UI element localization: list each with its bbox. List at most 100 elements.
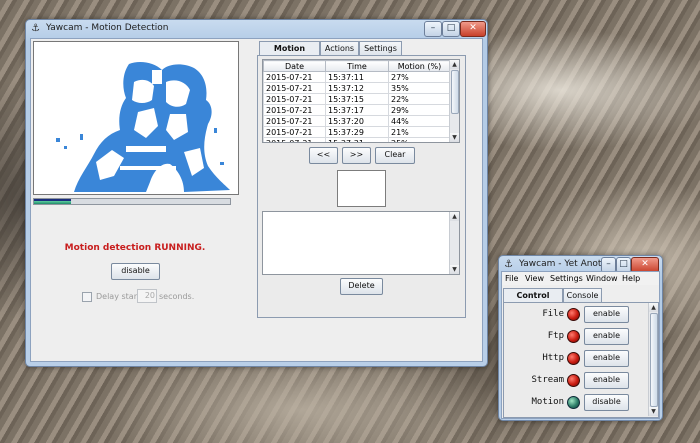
event-time-cell: 15:37:31 bbox=[325, 137, 389, 142]
ftp-toggle-button[interactable]: enable bbox=[584, 328, 629, 345]
tab-console[interactable]: Console bbox=[563, 288, 602, 302]
minimize-icon: – bbox=[430, 23, 436, 33]
event-time-cell: 15:37:15 bbox=[325, 93, 389, 105]
details-scroll-up-arrow[interactable]: ▲ bbox=[450, 212, 459, 221]
motion-status-text: Motion detection RUNNING. bbox=[64, 243, 206, 253]
delay-seconds-field[interactable]: 20 bbox=[137, 289, 157, 303]
delay-seconds-value: 20 bbox=[144, 291, 155, 300]
http-toggle-button[interactable]: enable bbox=[584, 350, 629, 367]
menu-file[interactable]: File bbox=[505, 274, 518, 283]
event-motion-cell: 22% bbox=[388, 93, 451, 105]
column-header-time[interactable]: Time bbox=[325, 60, 389, 72]
event-motion-cell: 44% bbox=[388, 115, 451, 127]
scroll-up-arrow[interactable]: ▲ bbox=[450, 60, 459, 69]
cp-scroll-thumb[interactable] bbox=[650, 313, 658, 407]
cp-label-http: Http bbox=[542, 353, 564, 363]
cp-label-stream: Stream bbox=[531, 375, 564, 385]
motion-image bbox=[56, 62, 230, 192]
stream-toggle-button[interactable]: enable bbox=[584, 372, 629, 389]
events-table-header: Date Time Motion (%) bbox=[263, 60, 451, 72]
event-time-cell: 15:37:17 bbox=[325, 104, 389, 116]
previous-button[interactable]: << bbox=[309, 147, 338, 164]
events-scrollbar[interactable]: ▲ ▼ bbox=[449, 60, 459, 142]
main-tab-strip: Control panel Console bbox=[503, 288, 658, 313]
maximize-icon: □ bbox=[446, 23, 456, 33]
event-time-cell: 15:37:11 bbox=[325, 71, 389, 83]
motion-activity-bar bbox=[33, 198, 231, 205]
tab-settings-label: Settings bbox=[364, 44, 397, 53]
events-tab-content: Date Time Motion (%) 2015-07-21 15:37:11 2… bbox=[257, 55, 466, 318]
status-led-ftp bbox=[567, 330, 580, 343]
tab-settings[interactable]: Settings bbox=[359, 41, 402, 55]
menu-help[interactable]: Help bbox=[622, 274, 640, 283]
column-header-motion[interactable]: Motion (%) bbox=[388, 60, 451, 72]
delay-seconds-unit: seconds. bbox=[159, 292, 195, 301]
delete-button[interactable]: Delete bbox=[340, 278, 383, 295]
event-date-cell: 2015-07-21 bbox=[263, 82, 326, 94]
event-date-cell: 2015-07-21 bbox=[263, 104, 326, 116]
tab-motion-events[interactable]: Motion Events bbox=[259, 41, 320, 66]
event-row[interactable]: 2015-07-21 15:37:20 44% bbox=[263, 115, 451, 127]
delay-start-label: Delay start bbox=[96, 292, 141, 301]
event-row[interactable]: 2015-07-21 15:37:12 35% bbox=[263, 82, 451, 94]
motion-window-titlebar[interactable]: ⚓ Yawcam - Motion Detection – □ ✕ bbox=[26, 20, 487, 38]
motion-window-title: Yawcam - Motion Detection bbox=[46, 23, 169, 33]
control-panel-scrollbar[interactable]: ▲ ▼ bbox=[648, 303, 658, 416]
clear-button[interactable]: Clear bbox=[375, 147, 415, 164]
event-row[interactable]: 2015-07-21 15:37:31 25% bbox=[263, 137, 451, 142]
event-row[interactable]: 2015-07-21 15:37:11 27% bbox=[263, 71, 451, 83]
events-scroll-thumb[interactable] bbox=[451, 70, 459, 114]
camera-preview bbox=[33, 41, 239, 195]
status-led-http bbox=[567, 352, 580, 365]
file-toggle-button[interactable]: enable bbox=[584, 306, 629, 323]
menu-window[interactable]: Window bbox=[586, 274, 618, 283]
event-row[interactable]: 2015-07-21 15:37:15 22% bbox=[263, 93, 451, 105]
maximize-button[interactable]: □ bbox=[442, 21, 460, 37]
event-date-cell: 2015-07-21 bbox=[263, 126, 326, 138]
cp-scroll-up-arrow[interactable]: ▲ bbox=[649, 303, 658, 312]
details-scrollbar[interactable]: ▲ ▼ bbox=[449, 212, 459, 274]
event-motion-cell: 27% bbox=[388, 71, 451, 83]
event-date-cell: 2015-07-21 bbox=[263, 93, 326, 105]
events-panel: Motion Events Actions Settings Date Time… bbox=[257, 41, 466, 318]
event-row[interactable]: 2015-07-21 15:37:29 21% bbox=[263, 126, 451, 138]
event-motion-cell: 35% bbox=[388, 82, 451, 94]
motion-toggle-button[interactable]: disable bbox=[584, 394, 629, 411]
yawcam-main-icon: ⚓ bbox=[504, 259, 513, 270]
event-motion-cell: 29% bbox=[388, 104, 451, 116]
status-led-file bbox=[567, 308, 580, 321]
events-table: Date Time Motion (%) 2015-07-21 15:37:11 2… bbox=[263, 60, 451, 142]
main-minimize-icon: – bbox=[606, 259, 611, 269]
main-close-icon: ✕ bbox=[641, 259, 649, 269]
column-header-date[interactable]: Date bbox=[263, 60, 326, 72]
events-table-container: Date Time Motion (%) 2015-07-21 15:37:11 2… bbox=[262, 59, 460, 143]
menu-view[interactable]: View bbox=[525, 274, 544, 283]
tab-console-label: Console bbox=[566, 291, 599, 300]
next-button[interactable]: >> bbox=[342, 147, 371, 164]
event-date-cell: 2015-07-21 bbox=[263, 137, 326, 142]
scroll-down-arrow[interactable]: ▼ bbox=[450, 133, 459, 142]
main-window-client: File View Settings Window Help Control p… bbox=[501, 271, 660, 419]
tab-control-panel[interactable]: Control panel bbox=[503, 288, 563, 313]
status-led-motion bbox=[567, 396, 580, 409]
event-time-cell: 15:37:12 bbox=[325, 82, 389, 94]
minimize-button[interactable]: – bbox=[424, 21, 442, 37]
motion-detection-window: ⚓ Yawcam - Motion Detection – □ ✕ Motion… bbox=[25, 19, 488, 367]
motion-window-client: Motion detection RUNNING. disable Delay … bbox=[30, 38, 483, 362]
yawcam-main-window: ⚓ Yawcam - Yet Another ... – □ ✕ File Vi… bbox=[498, 255, 663, 421]
details-scroll-down-arrow[interactable]: ▼ bbox=[450, 265, 459, 274]
cp-scroll-down-arrow[interactable]: ▼ bbox=[649, 407, 658, 416]
main-maximize-icon: □ bbox=[619, 259, 628, 269]
yawcam-icon: ⚓ bbox=[31, 23, 40, 34]
menu-settings[interactable]: Settings bbox=[550, 274, 583, 283]
delay-start-checkbox[interactable] bbox=[82, 292, 92, 302]
cp-label-file: File bbox=[542, 309, 564, 319]
event-thumbnail bbox=[337, 170, 386, 207]
event-row[interactable]: 2015-07-21 15:37:17 29% bbox=[263, 104, 451, 116]
disable-motion-button[interactable]: disable bbox=[111, 263, 160, 280]
close-button[interactable]: ✕ bbox=[460, 21, 486, 37]
cp-label-motion: Motion bbox=[531, 397, 564, 407]
tab-actions[interactable]: Actions bbox=[320, 41, 359, 55]
event-details-area[interactable]: ▲ ▼ bbox=[262, 211, 460, 275]
close-icon: ✕ bbox=[469, 23, 477, 33]
